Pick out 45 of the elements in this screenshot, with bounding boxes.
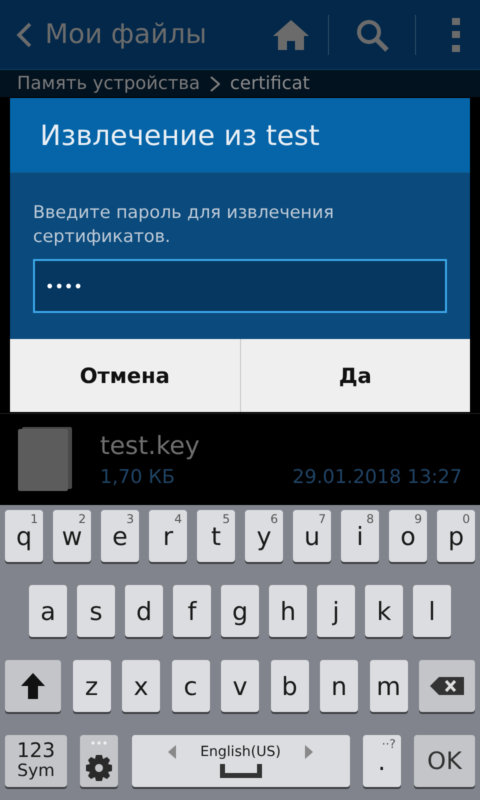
key[interactable]: j — [317, 585, 355, 637]
breadcrumb-item[interactable]: Память устройства — [17, 73, 200, 94]
dialog-title: Извлечение из test — [10, 98, 470, 172]
file-date: 29.01.2018 13:27 — [292, 466, 462, 488]
key[interactable]: d — [125, 585, 163, 637]
key[interactable]: v — [221, 660, 259, 712]
right-arrow-icon — [304, 745, 313, 759]
key[interactable]: l — [413, 585, 451, 637]
settings-icon — [84, 739, 114, 783]
key[interactable]: m — [370, 660, 408, 712]
key[interactable]: z — [72, 660, 110, 712]
file-icon — [18, 427, 74, 491]
breadcrumb-item[interactable]: certificat — [230, 73, 310, 94]
symbols-key[interactable]: 123 Sym — [5, 735, 67, 787]
home-icon[interactable] — [272, 18, 310, 50]
backspace-key[interactable] — [419, 660, 475, 712]
space-icon — [220, 764, 262, 778]
language-label: English(US) — [200, 744, 281, 760]
menu-icon[interactable] — [452, 18, 460, 52]
search-icon[interactable] — [355, 18, 389, 52]
file-name[interactable]: test.key — [100, 430, 462, 460]
key[interactable]: s — [77, 585, 115, 637]
shift-icon — [20, 672, 46, 700]
dialog-message: Введите пароль для извлечения сертификатов. — [33, 202, 335, 249]
password-field[interactable]: •••• — [33, 259, 447, 313]
key[interactable]: c — [172, 660, 210, 712]
key[interactable]: h — [269, 585, 307, 637]
key[interactable]: n — [320, 660, 358, 712]
key[interactable]: . ··? — [362, 735, 401, 787]
key[interactable]: a — [29, 585, 67, 637]
key[interactable]: b — [270, 660, 308, 712]
ok-key[interactable]: OK — [414, 735, 475, 787]
settings-key[interactable] — [80, 735, 118, 787]
key[interactable]: k — [365, 585, 403, 637]
space-key[interactable]: English(US) — [132, 735, 350, 787]
key[interactable]: f — [173, 585, 211, 637]
file-size: 1,70 КБ — [100, 466, 175, 488]
shift-key[interactable] — [5, 660, 61, 712]
key[interactable]: x — [122, 660, 160, 712]
chevron-icon — [210, 76, 220, 92]
backspace-icon — [429, 676, 465, 696]
back-icon[interactable] — [15, 22, 33, 48]
left-arrow-icon — [168, 745, 176, 759]
key[interactable]: g — [221, 585, 259, 637]
app-title: Мои файлы — [45, 19, 208, 50]
